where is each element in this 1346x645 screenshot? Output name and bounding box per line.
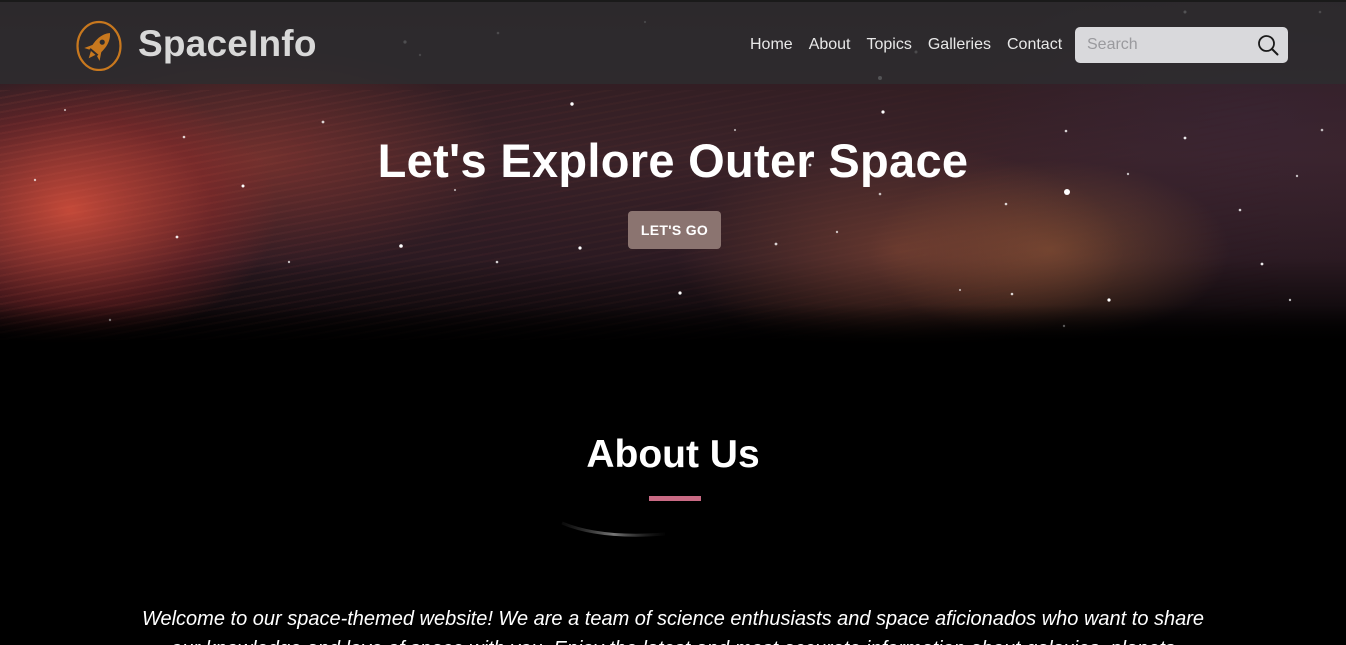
search-input[interactable]	[1075, 27, 1257, 63]
nav-menu: Home About Topics Galleries Contact	[750, 35, 1078, 55]
nav-link-home[interactable]: Home	[750, 35, 793, 55]
about-title-underline	[649, 496, 701, 501]
search-icon[interactable]	[1256, 33, 1280, 57]
lets-go-button[interactable]: LET'S GO	[628, 211, 721, 249]
about-description: Welcome to our space-themed website! We …	[141, 608, 1205, 645]
nav-link-contact[interactable]: Contact	[1007, 35, 1062, 55]
page: SpaceInfo Home About Topics Galleries Co…	[0, 0, 1346, 645]
planet-horizon-decoration	[561, 521, 666, 537]
about-title: About Us	[586, 433, 760, 476]
brand-name: SpaceInfo	[138, 23, 317, 64]
nav-link-topics[interactable]: Topics	[867, 35, 912, 55]
hero-title: Let's Explore Outer Space	[377, 134, 969, 187]
nav-link-about[interactable]: About	[809, 35, 851, 55]
nav-link-galleries[interactable]: Galleries	[928, 35, 991, 55]
rocket-icon	[76, 20, 122, 71]
navbar: SpaceInfo Home About Topics Galleries Co…	[0, 0, 1346, 84]
search-box	[1075, 27, 1288, 63]
brand-link[interactable]: SpaceInfo	[76, 16, 317, 72]
